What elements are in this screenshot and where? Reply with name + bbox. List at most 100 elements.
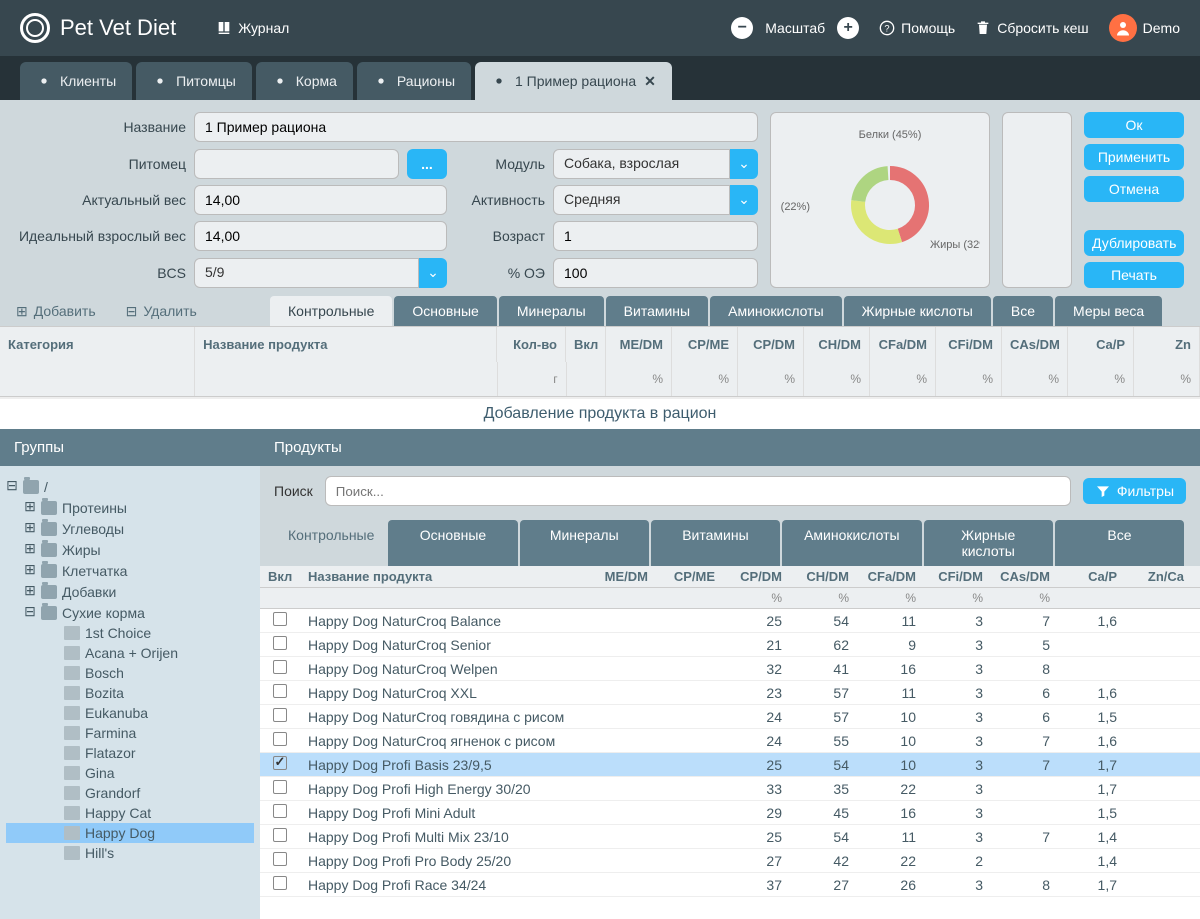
product-tab[interactable]: Основные — [388, 520, 517, 566]
add-button[interactable]: ⊞Добавить — [16, 303, 96, 320]
tree-item[interactable]: Hill's — [6, 843, 254, 863]
zoom-in-button[interactable]: + — [837, 17, 859, 39]
checkbox[interactable] — [273, 732, 287, 746]
activity-dropdown-icon[interactable]: ⌄ — [730, 185, 758, 215]
nutri-tab[interactable]: Минералы — [499, 296, 604, 326]
activity-label: Активность — [455, 192, 545, 208]
product-tab[interactable]: Аминокислоты — [782, 520, 922, 566]
product-row[interactable]: Happy Dog NaturCroq XXL235711361,6 — [260, 681, 1200, 705]
nutri-tab[interactable]: Все — [993, 296, 1053, 326]
paw-icon — [491, 73, 507, 89]
oe-label: % ОЭ — [455, 265, 545, 281]
bcs-select[interactable]: 5/9 — [194, 258, 419, 288]
close-icon[interactable]: ✕ — [644, 73, 656, 90]
tree-folder[interactable]: ⊞Протеины — [6, 497, 254, 518]
user-menu[interactable]: Demo — [1109, 14, 1180, 42]
tree-item[interactable]: Eukanuba — [6, 703, 254, 723]
checkbox[interactable] — [273, 852, 287, 866]
nutri-tab[interactable]: Витамины — [606, 296, 708, 326]
checkbox[interactable] — [273, 780, 287, 794]
actual-weight-input[interactable] — [194, 185, 447, 215]
cancel-button[interactable]: Отмена — [1084, 176, 1184, 202]
product-row[interactable]: Happy Dog NaturCroq Senior2162935 — [260, 633, 1200, 657]
product-tab[interactable]: Минералы — [520, 520, 649, 566]
checkbox[interactable] — [273, 756, 287, 770]
tree-folder[interactable]: ⊞Углеводы — [6, 518, 254, 539]
minus-icon: ⊟ — [126, 303, 138, 320]
tab-клиенты[interactable]: Клиенты — [20, 62, 132, 100]
help-button[interactable]: ? Помощь — [879, 20, 955, 36]
tab-рационы[interactable]: Рационы — [357, 62, 471, 100]
product-row[interactable]: Happy Dog Profi Mini Adult29451631,5 — [260, 801, 1200, 825]
tab-корма[interactable]: Корма — [256, 62, 353, 100]
tree-item[interactable]: Happy Dog — [6, 823, 254, 843]
journal-link[interactable]: Журнал — [216, 20, 289, 36]
bcs-dropdown-icon[interactable]: ⌄ — [419, 258, 447, 288]
tree-folder[interactable]: ⊞Добавки — [6, 581, 254, 602]
product-tab[interactable]: Все — [1055, 520, 1184, 566]
ideal-weight-input[interactable] — [194, 221, 447, 251]
tree-root[interactable]: ⊟/ — [6, 476, 254, 497]
product-tab[interactable]: Жирные кислоты — [924, 520, 1053, 566]
pet-lookup-button[interactable]: ... — [407, 149, 447, 179]
tree-item[interactable]: Gina — [6, 763, 254, 783]
warnings-panel — [1002, 112, 1072, 288]
product-row[interactable]: Happy Dog Profi Basis 23/9,5255410371,7 — [260, 753, 1200, 777]
pet-label: Питомец — [16, 156, 186, 172]
zoom-out-button[interactable]: − — [731, 17, 753, 39]
filters-button[interactable]: Фильтры — [1083, 478, 1186, 504]
svg-text:Белки (45%): Белки (45%) — [859, 130, 922, 141]
nutri-tab[interactable]: Аминокислоты — [710, 296, 842, 326]
checkbox[interactable] — [273, 636, 287, 650]
reset-cache-button[interactable]: Сбросить кеш — [975, 20, 1088, 36]
tree-folder[interactable]: ⊟Сухие корма — [6, 602, 254, 623]
tree-item[interactable]: Bozita — [6, 683, 254, 703]
product-row[interactable]: Happy Dog Profi Multi Mix 23/10255411371… — [260, 825, 1200, 849]
product-row[interactable]: Happy Dog NaturCroq Balance255411371,6 — [260, 609, 1200, 633]
checkbox[interactable] — [273, 804, 287, 818]
tree-folder[interactable]: ⊞Жиры — [6, 539, 254, 560]
module-select[interactable]: Собака, взрослая — [553, 149, 730, 179]
tree-item[interactable]: Flatazor — [6, 743, 254, 763]
product-row[interactable]: Happy Dog Profi Race 34/24372726381,7 — [260, 873, 1200, 897]
nutri-tab[interactable]: Меры веса — [1055, 296, 1162, 326]
print-button[interactable]: Печать — [1084, 262, 1184, 288]
product-row[interactable]: Happy Dog Profi High Energy 30/203335223… — [260, 777, 1200, 801]
tab-1-пример-рациона[interactable]: 1 Пример рациона✕ — [475, 62, 672, 100]
apply-button[interactable]: Применить — [1084, 144, 1184, 170]
tree-item[interactable]: Grandorf — [6, 783, 254, 803]
product-row[interactable]: Happy Dog NaturCroq говядина с рисом2457… — [260, 705, 1200, 729]
nutri-tab[interactable]: Контрольные — [270, 296, 392, 326]
tree-item[interactable]: Happy Cat — [6, 803, 254, 823]
name-input[interactable] — [194, 112, 758, 142]
checkbox[interactable] — [273, 708, 287, 722]
product-row[interactable]: Happy Dog Profi Pro Body 25/2027422221,4 — [260, 849, 1200, 873]
tree-item[interactable]: Bosch — [6, 663, 254, 683]
product-row[interactable]: Happy Dog NaturCroq ягненок с рисом24551… — [260, 729, 1200, 753]
tree-item[interactable]: 1st Choice — [6, 623, 254, 643]
nutri-tab[interactable]: Жирные кислоты — [844, 296, 991, 326]
checkbox[interactable] — [273, 876, 287, 890]
tree-folder[interactable]: ⊞Клетчатка — [6, 560, 254, 581]
tab-питомцы[interactable]: Питомцы — [136, 62, 252, 100]
search-input[interactable] — [325, 476, 1071, 506]
groups-tree: ⊟/⊞Протеины⊞Углеводы⊞Жиры⊞Клетчатка⊞Доба… — [0, 466, 260, 919]
checkbox[interactable] — [273, 828, 287, 842]
age-input[interactable] — [553, 221, 758, 251]
product-tab[interactable]: Витамины — [651, 520, 780, 566]
ok-button[interactable]: Ок — [1084, 112, 1184, 138]
checkbox[interactable] — [273, 684, 287, 698]
oe-input[interactable] — [553, 258, 758, 288]
pet-input[interactable] — [194, 149, 399, 179]
module-dropdown-icon[interactable]: ⌄ — [730, 149, 758, 179]
product-row[interactable]: Happy Dog NaturCroq Welpen32411638 — [260, 657, 1200, 681]
tree-item[interactable]: Acana + Orijen — [6, 643, 254, 663]
duplicate-button[interactable]: Дублировать — [1084, 230, 1184, 256]
checkbox[interactable] — [273, 660, 287, 674]
nutri-tab[interactable]: Основные — [394, 296, 496, 326]
delete-button[interactable]: ⊟Удалить — [126, 303, 197, 320]
checkbox[interactable] — [273, 612, 287, 626]
tree-item[interactable]: Farmina — [6, 723, 254, 743]
activity-select[interactable]: Средняя — [553, 185, 730, 215]
grid-header: Категория Название продукта Кол-во Вкл M… — [0, 326, 1200, 362]
